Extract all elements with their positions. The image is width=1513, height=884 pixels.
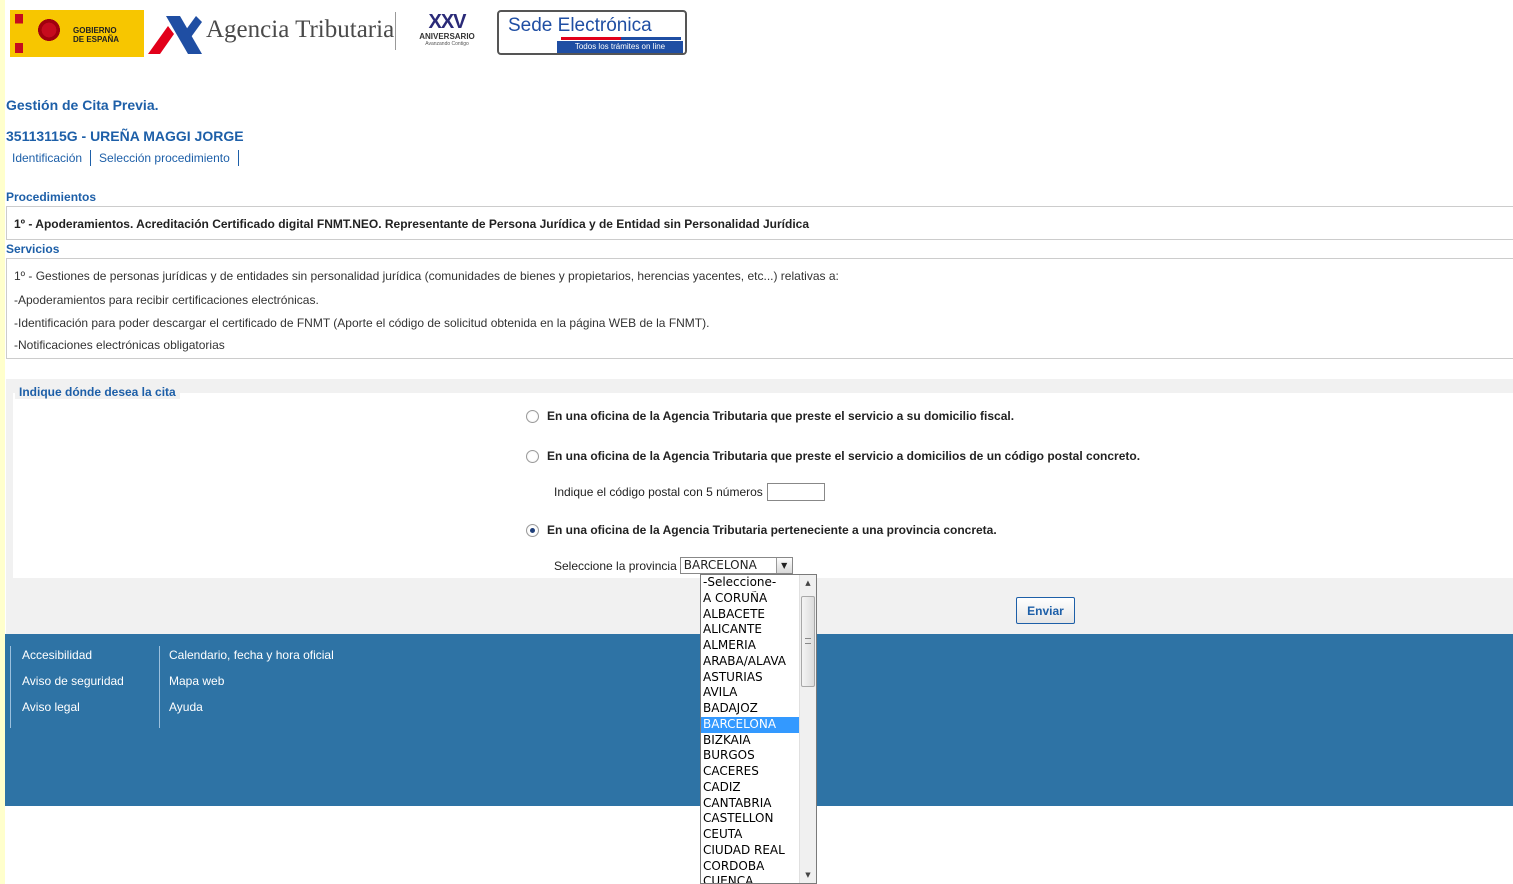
footer-link-aviso-legal[interactable]: Aviso legal <box>22 700 124 715</box>
option-label: En una oficina de la Agencia Tributaria … <box>547 523 997 537</box>
scrollbar-grip-icon <box>805 638 811 644</box>
footer-column-1: Accesibilidad Aviso de seguridad Aviso l… <box>22 648 124 715</box>
sede-subtitle: Todos los trámites on line <box>557 41 683 53</box>
province-option[interactable]: -Seleccione- <box>701 575 799 591</box>
footer-link-mapa-web[interactable]: Mapa web <box>169 674 334 689</box>
province-option[interactable]: CIUDAD REAL <box>701 843 799 859</box>
anniversary-number: XXV <box>428 11 466 33</box>
anniversary-word: ANIVERSARIO <box>419 32 475 41</box>
sede-underline <box>561 37 681 40</box>
footer-link-accesibilidad[interactable]: Accesibilidad <box>22 648 124 663</box>
servicio-line: 1º - Gestiones de personas jurídicas y d… <box>14 269 839 283</box>
servicio-line: -Apoderamientos para recibir certificaci… <box>14 293 319 307</box>
footer-column-2: Calendario, fecha y hora oficial Mapa we… <box>169 648 334 715</box>
header-divider <box>395 12 396 50</box>
breadcrumb-separator <box>90 150 92 166</box>
option-label: En una oficina de la Agencia Tributaria … <box>547 449 1141 463</box>
breadcrumb: Identificación Selección procedimiento <box>12 150 247 166</box>
procedimiento-text: 1º - Apoderamientos. Acreditación Certif… <box>14 217 810 231</box>
agency-name[interactable]: Agencia Tributaria <box>206 16 394 44</box>
province-option[interactable]: BURGOS <box>701 748 799 764</box>
cita-legend: Indique dónde desea la cita <box>15 385 180 399</box>
province-option[interactable]: CEUTA <box>701 827 799 843</box>
footer-link-aviso-seguridad[interactable]: Aviso de seguridad <box>22 674 124 689</box>
servicios-label: Servicios <box>6 242 60 256</box>
province-select[interactable]: BARCELONA ▼ <box>679 557 793 574</box>
procedimientos-box: 1º - Apoderamientos. Acreditación Certif… <box>6 206 1513 240</box>
chevron-down-icon[interactable]: ▼ <box>775 558 792 573</box>
postal-code-label: Indique el código postal con 5 números <box>554 485 763 499</box>
breadcrumb-seleccion-procedimiento[interactable]: Selección procedimiento <box>99 151 230 165</box>
province-option[interactable]: A CORUÑA <box>701 591 799 607</box>
province-option[interactable]: ASTURIAS <box>701 670 799 686</box>
sede-electronica-button[interactable]: Sede Electrónica Todos los trámites on l… <box>497 10 687 55</box>
option-label: En una oficina de la Agencia Tributaria … <box>547 409 1015 423</box>
scroll-down-icon[interactable]: ▼ <box>800 867 816 883</box>
sede-title: Sede Electrónica <box>508 15 652 36</box>
province-option[interactable]: AVILA <box>701 685 799 701</box>
radio-provincia[interactable] <box>526 523 539 537</box>
radio-domicilio-fiscal[interactable] <box>526 409 539 423</box>
scrollbar-thumb[interactable] <box>801 596 815 687</box>
province-option[interactable]: ALICANTE <box>701 622 799 638</box>
province-option[interactable]: CACERES <box>701 764 799 780</box>
servicio-line: -Identificación para poder descargar el … <box>14 316 710 330</box>
spain-flag-icon <box>15 14 23 53</box>
anniversary-logo: XXV ANIVERSARIO Avanzando Contigo <box>405 12 489 54</box>
province-option[interactable]: CASTELLON <box>701 811 799 827</box>
user-identity: 35113115G - UREÑA MAGGI JORGE <box>6 128 244 144</box>
footer-link-calendario[interactable]: Calendario, fecha y hora oficial <box>169 648 334 663</box>
province-option[interactable]: ALBACETE <box>701 607 799 623</box>
anniversary-tagline: Avanzando Contigo <box>425 41 469 47</box>
province-option[interactable]: ALMERIA <box>701 638 799 654</box>
province-selected-value: BARCELONA <box>683 558 757 572</box>
servicio-line: -Notificaciones electrónicas obligatoria… <box>14 338 225 352</box>
option-domicilio-fiscal[interactable]: En una oficina de la Agencia Tributaria … <box>526 409 1014 423</box>
option-codigo-postal[interactable]: En una oficina de la Agencia Tributaria … <box>526 449 1140 463</box>
agencia-tributaria-logo-icon[interactable] <box>146 12 204 58</box>
province-option[interactable]: BADAJOZ <box>701 701 799 717</box>
scroll-up-icon[interactable]: ▲ <box>800 575 816 591</box>
province-option[interactable]: ARABA/ALAVA <box>701 654 799 670</box>
page-title: Gestión de Cita Previa. <box>6 97 159 113</box>
province-option[interactable]: BIZKAIA <box>701 733 799 749</box>
footer-divider <box>159 646 160 728</box>
province-row: Seleccione la provincia BARCELONA ▼ <box>554 557 793 574</box>
footer-divider <box>10 646 11 728</box>
province-dropdown-list[interactable]: -Seleccione- A CORUÑA ALBACETE ALICANTE ALME… <box>700 574 817 884</box>
coat-of-arms-icon <box>33 18 65 48</box>
servicios-box: 1º - Gestiones de personas jurídicas y d… <box>6 258 1513 359</box>
postal-code-input[interactable] <box>766 483 825 501</box>
site-header: GOBIERNO DE ESPAÑA Agencia Tributaria XX… <box>5 0 1513 64</box>
gobierno-espana-logo[interactable]: GOBIERNO DE ESPAÑA <box>10 10 144 57</box>
postal-code-row: Indique el código postal con 5 números <box>554 483 825 501</box>
option-provincia[interactable]: En una oficina de la Agencia Tributaria … <box>526 523 997 537</box>
province-option[interactable]: CADIZ <box>701 780 799 796</box>
page: GOBIERNO DE ESPAÑA Agencia Tributaria XX… <box>5 0 1513 884</box>
procedimientos-label: Procedimientos <box>6 190 97 204</box>
footer-link-ayuda[interactable]: Ayuda <box>169 700 334 715</box>
breadcrumb-identificacion[interactable]: Identificación <box>12 151 82 165</box>
gobierno-logo-text: GOBIERNO DE ESPAÑA <box>73 26 120 44</box>
breadcrumb-separator <box>237 150 239 166</box>
province-label: Seleccione la provincia <box>554 558 677 573</box>
enviar-button[interactable]: Enviar <box>1016 597 1075 624</box>
province-option[interactable]: CORDOBA <box>701 859 799 875</box>
radio-codigo-postal[interactable] <box>526 449 539 463</box>
province-options: -Seleccione- A CORUÑA ALBACETE ALICANTE ALME… <box>701 575 799 883</box>
province-option[interactable]: CUENCA <box>701 874 799 883</box>
dropdown-scrollbar[interactable]: ▲ ▼ <box>799 575 816 883</box>
province-option[interactable]: BARCELONA <box>701 716 799 733</box>
province-option[interactable]: CANTABRIA <box>701 796 799 812</box>
